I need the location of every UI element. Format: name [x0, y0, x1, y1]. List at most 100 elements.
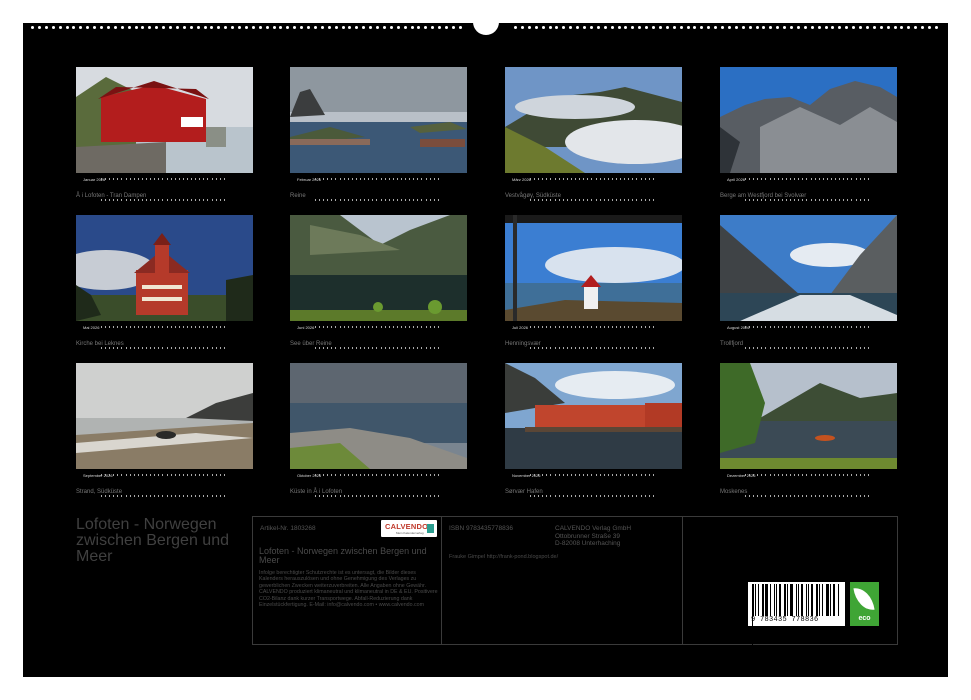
day-tick	[392, 495, 394, 497]
day-tick	[360, 326, 362, 328]
binding-hole	[727, 26, 731, 29]
barcode-bar	[833, 584, 835, 616]
day-tick	[611, 474, 613, 476]
day-tick	[125, 178, 127, 180]
day-tick	[117, 178, 119, 180]
binding-hole	[334, 26, 338, 29]
day-tick	[615, 199, 617, 201]
binding-hole	[562, 26, 566, 29]
day-tick	[150, 199, 152, 201]
hanger-hole	[473, 13, 499, 35]
day-tick	[595, 178, 597, 180]
day-tick	[199, 326, 201, 328]
day-tick	[101, 474, 102, 476]
day-tick	[199, 474, 201, 476]
day-tick	[323, 495, 325, 497]
day-tick	[178, 495, 180, 497]
day-grid	[530, 178, 680, 201]
binding-hole	[403, 26, 407, 29]
day-tick	[376, 474, 378, 476]
day-tick	[380, 474, 382, 476]
binding-hole	[734, 26, 738, 29]
day-grid	[530, 474, 680, 497]
barcode-bar	[787, 584, 788, 616]
binding-hole	[817, 26, 821, 29]
binding-hole	[665, 26, 669, 29]
barcode-bar	[830, 584, 831, 616]
day-tick	[843, 178, 845, 180]
day-tick	[396, 474, 398, 476]
binding-hole	[589, 26, 593, 29]
day-tick	[137, 326, 139, 328]
calendar-back-page: Januar 2026 Å i Lofoten - Tran Dampen Fe…	[23, 13, 948, 677]
day-tick	[830, 495, 832, 497]
binding-hole	[231, 26, 235, 29]
day-tick	[538, 347, 540, 349]
day-tick	[769, 178, 771, 180]
day-tick	[830, 326, 832, 328]
binding-hole	[803, 26, 807, 29]
day-tick	[777, 474, 779, 476]
day-tick	[583, 495, 585, 497]
day-tick	[203, 474, 205, 476]
day-tick	[327, 178, 329, 180]
day-tick	[146, 199, 148, 201]
day-tick	[174, 326, 176, 328]
day-tick	[355, 199, 357, 201]
day-tick	[822, 199, 824, 201]
day-tick	[575, 199, 577, 201]
day-tick	[113, 178, 115, 180]
day-tick	[839, 178, 841, 180]
day-tick	[830, 347, 832, 349]
photo-caption: Henningsvær	[505, 341, 541, 347]
day-tick	[839, 199, 841, 201]
day-tick	[636, 199, 638, 201]
day-tick	[376, 326, 378, 328]
day-tick	[125, 326, 127, 328]
binding-hole	[555, 26, 559, 29]
day-tick	[368, 178, 370, 180]
day-tick	[554, 326, 556, 328]
binding-hole	[155, 26, 159, 29]
day-tick	[413, 178, 415, 180]
day-tick	[566, 474, 568, 476]
day-tick	[575, 347, 577, 349]
day-tick	[207, 326, 209, 328]
day-tick	[620, 495, 622, 497]
day-tick	[154, 347, 156, 349]
day-tick	[867, 199, 869, 201]
day-tick	[603, 474, 605, 476]
day-tick	[648, 495, 650, 497]
day-tick	[339, 199, 341, 201]
day-tick	[830, 178, 832, 180]
day-tick	[781, 199, 783, 201]
day-tick	[562, 474, 564, 476]
day-tick	[384, 495, 386, 497]
day-tick	[223, 178, 225, 180]
day-tick	[355, 178, 357, 180]
day-tick	[867, 178, 869, 180]
binding-hole	[265, 26, 269, 29]
day-tick	[530, 495, 531, 497]
day-tick	[219, 199, 221, 201]
day-tick	[802, 495, 804, 497]
day-tick	[215, 178, 217, 180]
day-tick	[335, 474, 337, 476]
day-tick	[170, 178, 172, 180]
binding-hole	[424, 26, 428, 29]
day-tick	[327, 474, 329, 476]
day-tick	[847, 178, 849, 180]
publisher-line: CALVENDO Verlag GmbH	[555, 525, 632, 532]
day-tick	[170, 474, 172, 476]
day-tick	[818, 178, 820, 180]
binding-hole	[307, 26, 310, 29]
day-tick	[607, 199, 609, 201]
day-tick	[360, 178, 362, 180]
logo-subtext: Mein Kalenderverlag	[396, 531, 424, 535]
day-tick	[575, 326, 577, 328]
day-tick	[117, 326, 119, 328]
binding-hole	[127, 26, 131, 29]
day-tick	[368, 326, 370, 328]
binding-hole	[196, 26, 200, 29]
day-tick	[323, 199, 325, 201]
